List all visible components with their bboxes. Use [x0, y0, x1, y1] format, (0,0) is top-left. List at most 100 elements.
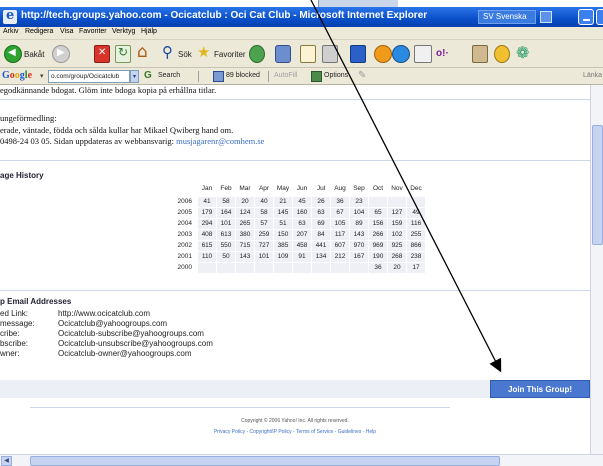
edit-icon[interactable] — [350, 45, 366, 63]
history-cell[interactable]: 969 — [369, 241, 387, 251]
history-cell[interactable]: 63 — [312, 208, 330, 218]
history-cell[interactable]: 160 — [293, 208, 311, 218]
horizontal-scroll-thumb[interactable] — [30, 456, 500, 466]
history-cell[interactable]: 866 — [407, 241, 425, 251]
history-cell[interactable]: 143 — [236, 252, 254, 262]
history-cell[interactable]: 212 — [331, 252, 349, 262]
pencil-icon[interactable]: ✎ — [358, 70, 366, 81]
history-cell[interactable]: 268 — [388, 252, 406, 262]
history-cell[interactable]: 104 — [350, 208, 368, 218]
history-cell[interactable]: 441 — [312, 241, 330, 251]
history-cell[interactable]: 385 — [274, 241, 292, 251]
ie-icon[interactable] — [392, 45, 410, 63]
stop-icon[interactable] — [94, 45, 110, 63]
history-cell[interactable]: 238 — [407, 252, 425, 262]
menu-redigera[interactable]: Redigera — [25, 28, 53, 35]
maximize-button[interactable] — [596, 9, 603, 25]
history-cell[interactable]: 109 — [274, 252, 292, 262]
search-label[interactable]: Sök — [178, 50, 192, 59]
history-cell[interactable]: 613 — [217, 230, 235, 240]
history-cell[interactable]: 105 — [331, 219, 349, 229]
history-cell[interactable]: 17 — [407, 263, 425, 273]
history-cell[interactable]: 255 — [407, 230, 425, 240]
history-cell[interactable]: 615 — [198, 241, 216, 251]
history-cell[interactable]: 266 — [369, 230, 387, 240]
history-cell[interactable]: 41 — [198, 197, 216, 207]
history-cell[interactable]: 50 — [217, 252, 235, 262]
home-icon[interactable] — [136, 42, 154, 63]
history-cell[interactable]: 167 — [350, 252, 368, 262]
search-icon[interactable] — [160, 43, 176, 63]
mediation-email-link[interactable]: musjagarenr@comhem.se — [176, 136, 264, 146]
history-cell[interactable]: 294 — [198, 219, 216, 229]
history-cell[interactable]: 91 — [293, 252, 311, 262]
google-menu-chevron-icon[interactable]: ▾ — [40, 72, 44, 80]
autofill-button[interactable]: AutoFill — [274, 72, 297, 79]
history-cell[interactable]: 110 — [198, 252, 216, 262]
favorites-label[interactable]: Favoriter — [214, 50, 246, 59]
history-cell[interactable]: 40 — [255, 197, 273, 207]
history-cell[interactable]: 164 — [217, 208, 235, 218]
history-cell[interactable]: 190 — [369, 252, 387, 262]
history-cell[interactable]: 58 — [255, 208, 273, 218]
history-cell[interactable]: 179 — [198, 208, 216, 218]
google-search-input[interactable]: o.com/group/Ocicatclub — [48, 70, 130, 83]
history-cell[interactable]: 26 — [312, 197, 330, 207]
email-address[interactable]: Ocicatclub-subscribe@yahoogroups.com — [58, 329, 204, 338]
language-indicator[interactable]: SV Svenska — [478, 10, 536, 24]
google-search-button[interactable]: Search — [158, 72, 180, 79]
history-cell[interactable]: 727 — [255, 241, 273, 251]
history-cell[interactable]: 408 — [198, 230, 216, 240]
history-cell[interactable]: 20 — [236, 197, 254, 207]
history-cell[interactable]: 58 — [217, 197, 235, 207]
history-cell[interactable]: 89 — [350, 219, 368, 229]
history-cell[interactable]: 20 — [388, 263, 406, 273]
history-cell[interactable]: 84 — [312, 230, 330, 240]
footer-links[interactable]: Privacy Policy - Copyright/IP Policy - T… — [0, 429, 590, 435]
email-address[interactable]: Ocicatclub@yahoogroups.com — [58, 319, 167, 328]
scroll-left-arrow-icon[interactable]: ◀ — [1, 456, 12, 466]
keyboard-icon[interactable] — [540, 11, 552, 23]
language-options-icon[interactable] — [556, 11, 568, 23]
history-cell[interactable]: 156 — [369, 219, 387, 229]
vertical-scrollbar[interactable] — [590, 85, 603, 454]
popup-blocked-count[interactable]: 89 blocked — [226, 72, 260, 79]
favorites-star-icon[interactable] — [196, 43, 212, 63]
media-icon[interactable] — [249, 45, 265, 63]
messenger-person-icon[interactable] — [494, 45, 510, 63]
options-button[interactable]: Options — [324, 72, 348, 79]
refresh-icon[interactable] — [115, 45, 131, 63]
history-cell[interactable]: 67 — [331, 208, 349, 218]
print-icon[interactable] — [322, 45, 338, 63]
history-cell[interactable]: 117 — [331, 230, 349, 240]
back-label[interactable]: Bakåt — [24, 50, 44, 59]
history-cell[interactable]: 134 — [312, 252, 330, 262]
search-dropdown-chevron-icon[interactable]: ▾ — [130, 70, 139, 83]
home-page-link[interactable]: http://www.ocicatclub.com — [58, 309, 150, 318]
history-cell[interactable]: 259 — [255, 230, 273, 240]
google-logo[interactable]: Google — [2, 70, 32, 81]
history-cell[interactable]: 715 — [236, 241, 254, 251]
join-group-button[interactable]: Join This Group! — [490, 380, 590, 398]
menu-arkiv[interactable]: Arkiv — [3, 28, 19, 35]
research-icon[interactable] — [516, 43, 532, 63]
history-cell[interactable]: 36 — [331, 197, 349, 207]
history-cell[interactable]: 101 — [255, 252, 273, 262]
history-cell[interactable]: 550 — [217, 241, 235, 251]
history-cell[interactable]: 36 — [369, 263, 387, 273]
menu-visa[interactable]: Visa — [60, 28, 74, 35]
horizontal-scrollbar[interactable]: ◀ — [0, 454, 603, 466]
history-cell[interactable]: 57 — [255, 219, 273, 229]
history-cell[interactable]: 145 — [274, 208, 292, 218]
history-cell[interactable]: 607 — [331, 241, 349, 251]
history-cell[interactable]: 458 — [293, 241, 311, 251]
history-cell[interactable]: 207 — [293, 230, 311, 240]
mail-envelope-icon[interactable] — [414, 45, 432, 63]
history-cell[interactable]: 21 — [274, 197, 292, 207]
history-cell[interactable]: 265 — [236, 219, 254, 229]
yahoo-icon[interactable]: o!· — [436, 48, 449, 62]
history-cell[interactable]: 69 — [312, 219, 330, 229]
messenger-icon[interactable] — [374, 45, 392, 63]
history-cell[interactable]: 127 — [388, 208, 406, 218]
history-cell[interactable]: 150 — [274, 230, 292, 240]
